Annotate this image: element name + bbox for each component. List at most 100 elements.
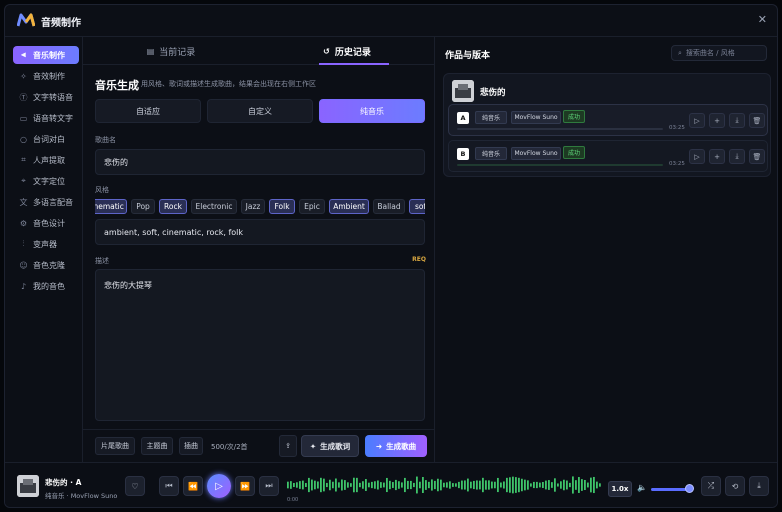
mode-adaptive[interactable]: 自适应 — [95, 99, 201, 123]
search-input[interactable]: ⌕ 搜索曲名 / 风格 — [671, 45, 767, 61]
sidebar-item-label: 文字定位 — [33, 176, 65, 186]
fast-forward-icon[interactable]: ⏩ — [235, 476, 255, 496]
style-chip-ambient[interactable]: Ambient — [329, 199, 369, 214]
search-icon: ⌕ — [678, 48, 682, 57]
skip-end-icon[interactable]: ⏭ — [259, 476, 279, 496]
waveform-bar — [434, 480, 436, 490]
waveform-bar — [416, 476, 418, 494]
waveform-bar — [515, 477, 517, 493]
add-icon[interactable]: + — [709, 113, 725, 128]
style-chip-folk[interactable]: Folk — [269, 199, 295, 214]
volume-slider[interactable] — [651, 488, 689, 491]
elapsed-time: 0:00 — [287, 497, 299, 503]
repeat-icon[interactable]: ⟲ — [725, 476, 745, 496]
style-chip-electronic[interactable]: Electronic — [191, 199, 237, 214]
mode-instrumental[interactable]: 纯音乐 — [319, 99, 425, 123]
sidebar-item-voice-changer[interactable]: ⫶ 变声器 — [13, 235, 79, 253]
style-chip-pop[interactable]: Pop — [131, 199, 155, 214]
volume-icon[interactable]: 🔈 — [637, 483, 647, 492]
waveform[interactable] — [287, 475, 603, 495]
waveform-bar — [413, 482, 415, 488]
tab-label: 当前记录 — [159, 47, 196, 58]
download-icon[interactable]: ⤓ — [729, 149, 745, 164]
waveform-bar — [473, 480, 475, 490]
version-progress-bar[interactable] — [457, 164, 663, 166]
sidebar-item-music[interactable]: ⫷ 音乐制作 — [13, 46, 79, 64]
tab-history[interactable]: ↺ 历史记录 — [259, 37, 435, 65]
waveform-bar — [521, 478, 523, 492]
style-chip-ballad[interactable]: Ballad — [373, 199, 405, 214]
download-icon[interactable]: ⤓ — [729, 113, 745, 128]
style-chip-row: Cinematic Pop Rock Electronic Jazz Folk … — [95, 199, 425, 215]
sidebar-item-vocal-extract[interactable]: ⌗ 人声提取 — [13, 151, 79, 169]
waveform-bar — [296, 482, 298, 488]
waveform-bar — [533, 481, 535, 489]
waveform-bar — [401, 482, 403, 488]
upload-icon[interactable]: ⇪ — [279, 435, 297, 457]
sidebar-item-voice-clone[interactable]: ☺ 音色克隆 — [13, 256, 79, 274]
waveform-bar — [443, 482, 445, 488]
play-icon[interactable]: ▷ — [689, 149, 705, 164]
delete-icon[interactable]: 🗑 — [749, 149, 765, 164]
tab-bar: ▤ 当前记录 ↺ 历史记录 — [83, 37, 435, 65]
skip-start-icon[interactable]: ⏮ — [159, 476, 179, 496]
sidebar-item-voice-design[interactable]: ⚙ 音色设计 — [13, 214, 79, 232]
style-chip-jazz[interactable]: Jazz — [241, 199, 265, 214]
style-chip-rock[interactable]: Rock — [159, 199, 187, 214]
waveform-bar — [326, 482, 328, 488]
tab-current[interactable]: ▤ 当前记录 — [83, 37, 259, 65]
description-textarea[interactable]: 悲伤的大提琴 — [95, 269, 425, 421]
style-chip-soft[interactable]: soft — [409, 199, 425, 214]
version-progress-bar[interactable] — [457, 128, 663, 130]
title-bar: 音频制作 ✕ — [5, 5, 777, 37]
waveform-bar — [329, 479, 331, 491]
sidebar-item-stt[interactable]: ▭ 语音转文字 — [13, 109, 79, 127]
preset-insert-song-button[interactable]: 插曲 — [179, 437, 203, 455]
waveform-bar — [575, 480, 577, 490]
sidebar-item-text-locate[interactable]: ⌖ 文字定位 — [13, 172, 79, 190]
generate-lyrics-button[interactable]: ✦ 生成歌词 — [301, 435, 359, 457]
play-icon[interactable]: ▷ — [689, 113, 705, 128]
locate-icon: ⌖ — [21, 176, 26, 185]
generate-song-button[interactable]: ➜ 生成歌曲 — [365, 435, 427, 457]
volume-knob[interactable] — [685, 484, 694, 493]
speed-button[interactable]: 1.0x — [608, 481, 632, 497]
waveform-bar — [311, 479, 313, 491]
preset-ending-song-button[interactable]: 片尾歌曲 — [95, 437, 135, 455]
active-tab-indicator — [319, 63, 389, 65]
waveform-bar — [422, 477, 424, 493]
style-input[interactable]: ambient, soft, cinematic, rock, folk — [95, 219, 425, 245]
download-icon[interactable]: ⤓ — [749, 476, 769, 496]
sidebar-item-label: 语音转文字 — [33, 113, 73, 123]
delete-icon[interactable]: 🗑 — [749, 113, 765, 128]
mode-custom[interactable]: 自定义 — [207, 99, 313, 123]
waveform-bar — [560, 481, 562, 489]
heart-icon[interactable]: ♡ — [125, 476, 145, 496]
rewind-icon[interactable]: ⏪ — [183, 476, 203, 496]
style-chip-cinematic[interactable]: Cinematic — [95, 199, 127, 214]
waveform-bar — [431, 479, 433, 491]
cost-text: 500/次/2首 — [211, 443, 248, 451]
waveform-bar — [287, 481, 289, 489]
sidebar-item-dubbing[interactable]: 文多语言配音 — [13, 193, 79, 211]
shuffle-icon[interactable]: ⤮ — [701, 476, 721, 496]
waveform-bar — [299, 481, 301, 489]
song-name-input[interactable]: 悲伤的 — [95, 149, 425, 175]
waveform-bar — [332, 481, 334, 489]
version-duration: 03:25 — [669, 125, 685, 131]
play-button[interactable]: ▷ — [207, 474, 231, 498]
version-row-b[interactable]: B 纯音乐 MovFlow Suno 成功 03:25 ▷ + ⤓ 🗑 — [448, 140, 768, 172]
sidebar-item-my-voices[interactable]: ♪ 我的音色 — [13, 277, 79, 295]
sidebar-item-dialogue[interactable]: ○ 台词对白 — [13, 130, 79, 148]
preset-theme-song-button[interactable]: 主题曲 — [141, 437, 173, 455]
sidebar-item-sfx[interactable]: ✧ 音效制作 — [13, 67, 79, 85]
close-icon[interactable]: ✕ — [758, 13, 767, 26]
sidebar-item-label: 音色克隆 — [33, 260, 65, 270]
version-row-a[interactable]: A 纯音乐 MovFlow Suno 成功 03:25 ▷ + ⤓ 🗑 — [448, 104, 768, 136]
app-title: 音频制作 — [41, 18, 81, 29]
sidebar-item-tts[interactable]: Ⓣ 文字转语音 — [13, 88, 79, 106]
add-icon[interactable]: + — [709, 149, 725, 164]
style-chip-epic[interactable]: Epic — [299, 199, 325, 214]
sidebar-item-label: 变声器 — [33, 239, 57, 249]
version-type-badge: 纯音乐 — [475, 111, 507, 124]
